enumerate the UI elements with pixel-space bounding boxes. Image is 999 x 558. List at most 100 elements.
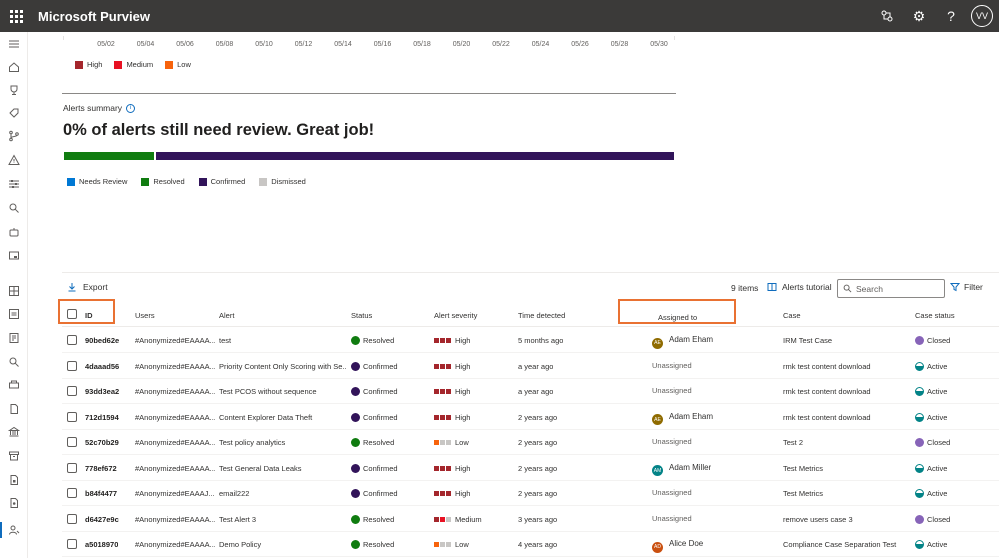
case-status-label: Active [927,540,948,549]
gear-icon[interactable]: ⚙ [903,0,935,32]
table-row[interactable]: 712d1594 #Anonymized#EAAAA... Content Expl… [62,405,999,430]
row-checkbox[interactable] [67,539,77,549]
alert-id[interactable]: 712d1594 [85,413,119,422]
home-icon[interactable] [0,59,28,75]
timeline-date-tick: 05/22 [492,41,510,48]
case-name[interactable]: rmk test content download [783,413,908,422]
case-status-active-icon [915,387,924,396]
alert-name[interactable]: email222 [219,489,347,498]
alert-id[interactable]: 90bed62e [85,336,119,345]
alert-name[interactable]: Content Explorer Data Theft [219,413,347,422]
search-input[interactable] [856,283,936,294]
alert-id[interactable]: 93dd3ea2 [85,387,119,396]
explore-icon[interactable] [0,354,28,370]
case-status: Closed [915,336,950,345]
app-title[interactable]: Microsoft Purview [38,9,150,24]
alert-id[interactable]: d6427e9c [85,515,119,524]
header-case[interactable]: Case [783,311,801,320]
header-case-status[interactable]: Case status [915,311,955,320]
case-name[interactable]: IRM Test Case [783,336,908,345]
bot-icon[interactable] [0,224,28,240]
row-checkbox[interactable] [67,437,77,447]
user-avatar[interactable]: VV [971,5,993,27]
settings-sliders-icon[interactable] [0,176,28,192]
table-row[interactable]: d6427e9c #Anonymized#EAAAA... Test Alert 3… [62,507,999,532]
alert-name[interactable]: Test Alert 3 [219,515,347,524]
header-status[interactable]: Status [351,311,372,320]
header-alert[interactable]: Alert [219,311,234,320]
status-label: Resolved [363,336,395,345]
search-magnifier-icon[interactable] [0,200,28,216]
table-row[interactable]: 52c70b29 #Anonymized#EAAAA... Test policy … [62,430,999,455]
row-checkbox[interactable] [67,386,77,396]
alert-id[interactable]: 52c70b29 [85,438,119,447]
trophy-icon[interactable] [0,82,28,98]
bank-icon[interactable] [0,424,28,440]
export-button[interactable]: Export [67,282,108,292]
row-checkbox[interactable] [67,335,77,345]
header-users[interactable]: Users [135,311,155,320]
case-status: Active [915,361,947,371]
assignee-name: Unassigned [652,513,692,523]
case-name[interactable]: Test 2 [783,438,908,447]
case-name[interactable]: remove users case 3 [783,515,908,524]
hamburger-icon[interactable] [0,36,28,52]
alerts-tutorial-button[interactable]: Alerts tutorial [767,282,832,292]
alert-name[interactable]: test [219,336,347,345]
alert-name[interactable]: Priority Content Only Scoring with Se... [219,362,347,371]
header-alert-severity[interactable]: Alert severity [434,311,477,320]
search-box[interactable] [837,279,945,298]
case-name[interactable]: Compliance Case Separation Test [783,540,908,549]
device-icon[interactable] [0,248,28,264]
row-checkbox[interactable] [67,462,77,473]
dashboard-icon[interactable] [0,283,28,299]
case-name[interactable]: rmk test content download [783,362,908,371]
alert-name[interactable]: Test policy analytics [219,438,347,447]
branch-icon[interactable] [0,128,28,144]
row-checkbox[interactable] [67,411,77,422]
header-time-detected[interactable]: Time detected [518,311,565,320]
row-checkbox[interactable] [67,513,77,524]
document-icon[interactable] [0,401,28,417]
table-row[interactable]: 4daaad56 #Anonymized#EAAAA... Priority Con… [62,354,999,379]
alert-id[interactable]: 778ef672 [85,464,117,473]
share-icon[interactable] [871,0,903,32]
file-person-icon[interactable] [0,495,28,511]
table-row[interactable]: 90bed62e #Anonymized#EAAAA... test Resolved… [62,328,999,353]
filter-button[interactable]: Filter [950,282,983,292]
archive-icon[interactable] [0,448,28,464]
time-detected: a year ago [518,387,554,396]
tag-icon[interactable] [0,105,28,121]
severity-label: High [455,387,471,396]
case-name[interactable]: Test Metrics [783,464,908,473]
row-checkbox[interactable] [67,488,77,498]
assignee-name: Adam Eham [669,411,714,421]
alert-name[interactable]: Demo Policy [219,540,347,549]
case-name[interactable]: Test Metrics [783,489,908,498]
alert-id[interactable]: b84f4477 [85,489,117,498]
table-row[interactable]: 93dd3ea2 #Anonymized#EAAAA... Test PCOS wi… [62,379,999,404]
case-name[interactable]: rmk test content download [783,387,908,396]
info-icon[interactable]: i [126,103,136,113]
alert-name[interactable]: Test General Data Leaks [219,464,347,473]
assigned-to: Unassigned [652,488,692,497]
report-icon[interactable] [0,306,28,322]
warning-icon[interactable] [0,152,28,168]
policy-icon[interactable] [0,330,28,346]
alert-status: Resolved [351,514,394,524]
timeline-date-tick: 05/12 [294,41,313,48]
alerts-timeline-axis: 05/02 05/04 05/06 05/08 05/10 05/12 05/14 05/16… [63,36,675,48]
alert-name[interactable]: Test PCOS without sequence [219,387,347,396]
row-checkbox[interactable] [67,360,77,371]
alert-id[interactable]: a5018970 [85,540,118,549]
app-launcher-icon[interactable] [0,0,32,32]
insider-risk-icon[interactable] [0,522,28,538]
help-icon[interactable]: ? [935,0,967,32]
severity-label: High [455,489,471,498]
table-row[interactable]: b84f4477 #Anonymized#EAAAJ... email222 Conf… [62,481,999,506]
table-row[interactable]: a5018970 #Anonymized#EAAAA... Demo Policy R… [62,532,999,557]
alert-id[interactable]: 4daaad56 [85,362,119,371]
file-lock-icon[interactable] [0,472,28,488]
table-row[interactable]: 778ef672 #Anonymized#EAAAA... Test General… [62,456,999,481]
print-icon[interactable] [0,377,28,393]
